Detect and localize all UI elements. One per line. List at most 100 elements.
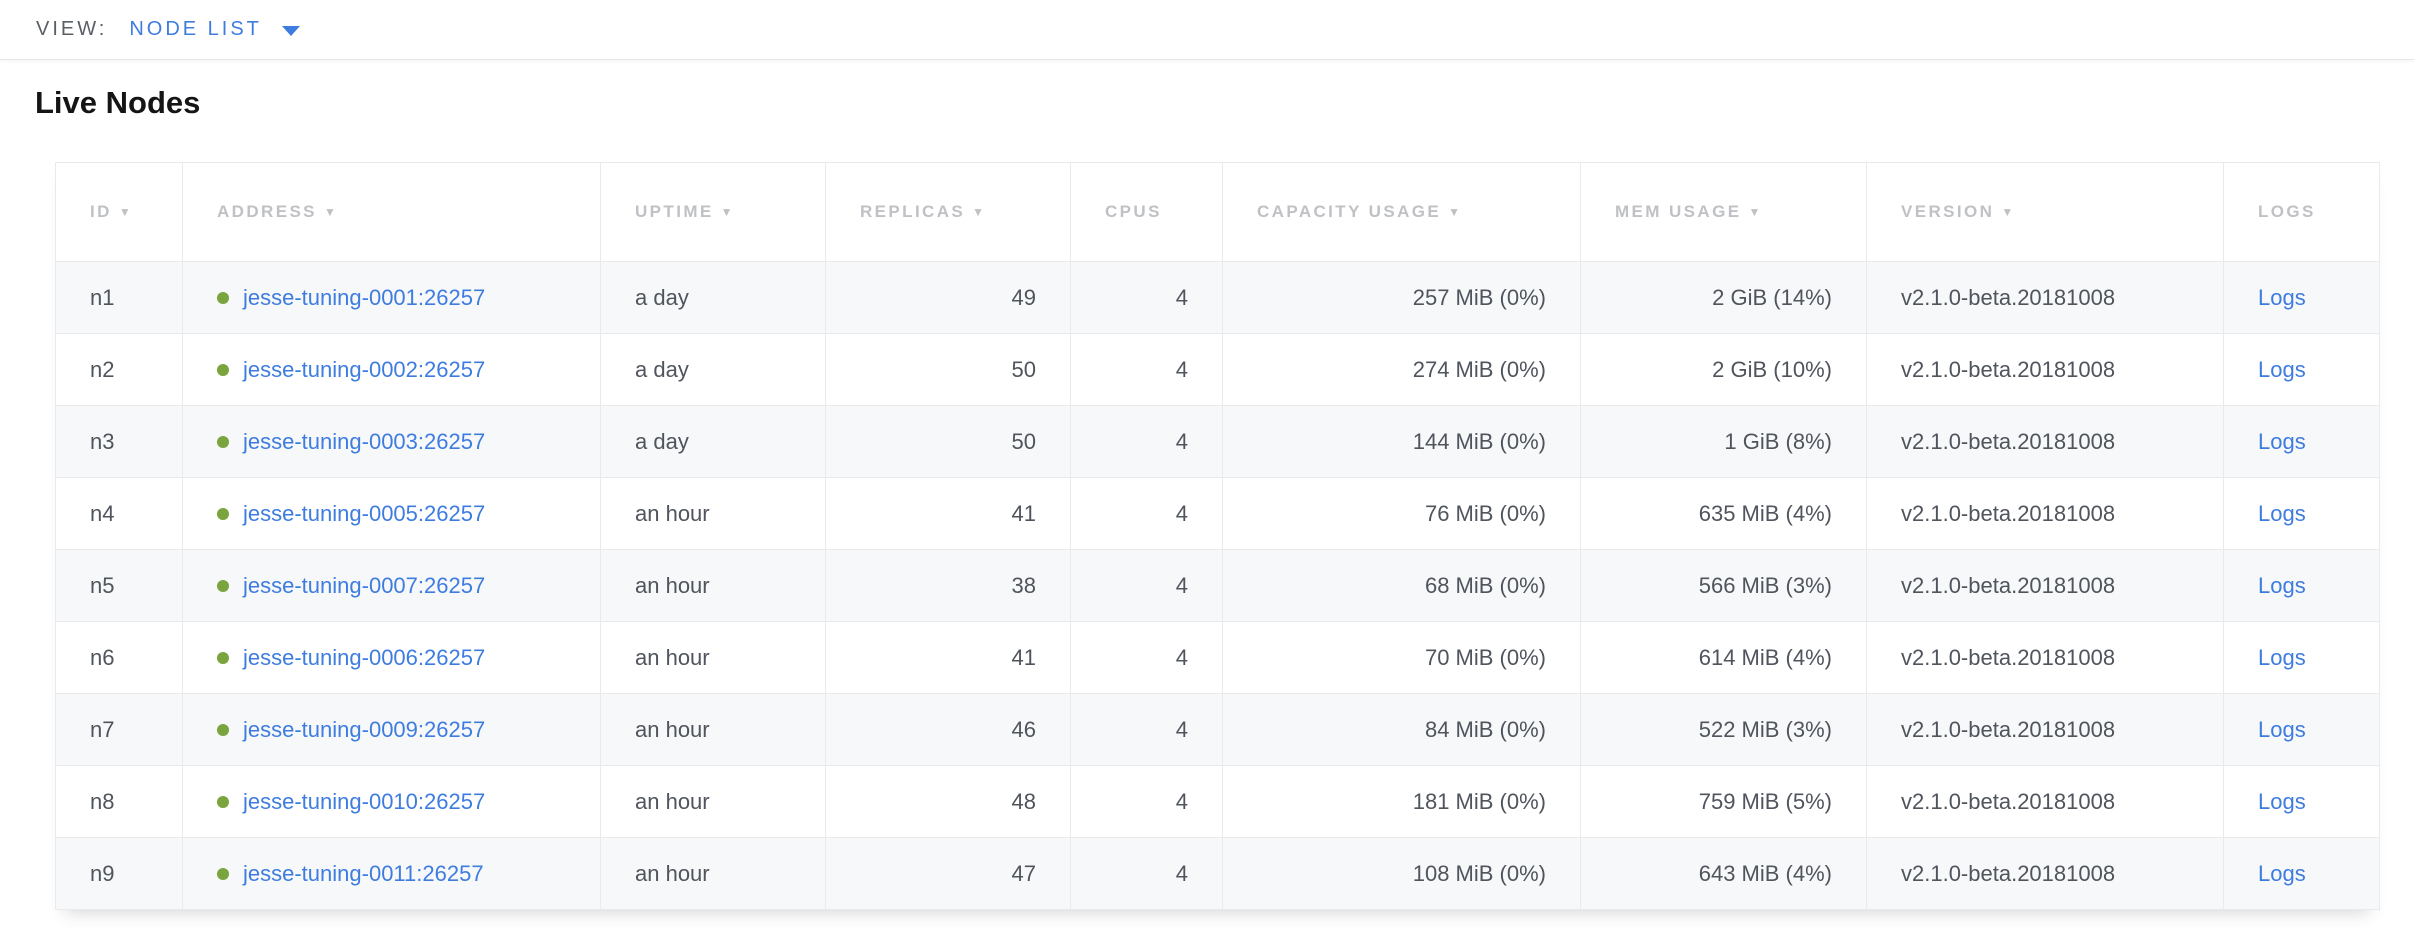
cell-capacity: 257 MiB (0%) bbox=[1223, 262, 1581, 334]
cell-logs: Logs bbox=[2224, 622, 2380, 694]
cell-version: v2.1.0-beta.20181008 bbox=[1867, 838, 2224, 910]
cell-logs: Logs bbox=[2224, 694, 2380, 766]
address-link[interactable]: jesse-tuning-0001:26257 bbox=[243, 285, 485, 310]
cell-uptime: an hour bbox=[601, 622, 826, 694]
logs-link[interactable]: Logs bbox=[2258, 717, 2306, 742]
sort-desc-icon: ▼ bbox=[1748, 205, 1762, 219]
cell-uptime: an hour bbox=[601, 478, 826, 550]
cell-version: v2.1.0-beta.20181008 bbox=[1867, 550, 2224, 622]
cell-replicas: 47 bbox=[826, 838, 1071, 910]
column-header-cpus: CPUS bbox=[1071, 163, 1223, 262]
cell-logs: Logs bbox=[2224, 766, 2380, 838]
view-bar: VIEW: NODE LIST bbox=[0, 0, 2414, 60]
cell-capacity: 144 MiB (0%) bbox=[1223, 406, 1581, 478]
cell-replicas: 48 bbox=[826, 766, 1071, 838]
cell-mem: 522 MiB (3%) bbox=[1581, 694, 1867, 766]
nodes-table: ID▼ADDRESS▼UPTIME▼REPLICAS▼CPUSCAPACITY … bbox=[55, 162, 2380, 910]
column-label: UPTIME bbox=[635, 202, 714, 221]
column-header-id[interactable]: ID▼ bbox=[56, 163, 183, 262]
cell-uptime: an hour bbox=[601, 838, 826, 910]
column-header-uptime[interactable]: UPTIME▼ bbox=[601, 163, 826, 262]
cell-address: jesse-tuning-0002:26257 bbox=[183, 334, 601, 406]
node-live-status-icon bbox=[217, 580, 229, 592]
cell-logs: Logs bbox=[2224, 550, 2380, 622]
cell-cpus: 4 bbox=[1071, 334, 1223, 406]
address-link[interactable]: jesse-tuning-0007:26257 bbox=[243, 573, 485, 598]
column-header-replicas[interactable]: REPLICAS▼ bbox=[826, 163, 1071, 262]
cell-cpus: 4 bbox=[1071, 550, 1223, 622]
cell-id: n8 bbox=[56, 766, 183, 838]
column-label: ADDRESS bbox=[217, 202, 317, 221]
view-label: VIEW: bbox=[36, 18, 107, 41]
column-label: REPLICAS bbox=[860, 202, 965, 221]
address-link[interactable]: jesse-tuning-0003:26257 bbox=[243, 429, 485, 454]
sort-desc-icon: ▼ bbox=[324, 205, 338, 219]
cell-logs: Logs bbox=[2224, 334, 2380, 406]
node-row-n1: n1jesse-tuning-0001:26257a day494257 MiB… bbox=[56, 262, 2380, 334]
column-header-capacity[interactable]: CAPACITY USAGE▼ bbox=[1223, 163, 1581, 262]
address-link[interactable]: jesse-tuning-0009:26257 bbox=[243, 717, 485, 742]
cell-cpus: 4 bbox=[1071, 406, 1223, 478]
address-link[interactable]: jesse-tuning-0005:26257 bbox=[243, 501, 485, 526]
column-header-logs: LOGS bbox=[2224, 163, 2380, 262]
live-nodes-table: ID▼ADDRESS▼UPTIME▼REPLICAS▼CPUSCAPACITY … bbox=[55, 162, 2379, 910]
logs-link[interactable]: Logs bbox=[2258, 861, 2306, 886]
cell-capacity: 274 MiB (0%) bbox=[1223, 334, 1581, 406]
cell-id: n6 bbox=[56, 622, 183, 694]
address-link[interactable]: jesse-tuning-0006:26257 bbox=[243, 645, 485, 670]
logs-link[interactable]: Logs bbox=[2258, 645, 2306, 670]
logs-link[interactable]: Logs bbox=[2258, 789, 2306, 814]
node-live-status-icon bbox=[217, 652, 229, 664]
node-live-status-icon bbox=[217, 364, 229, 376]
cell-replicas: 49 bbox=[826, 262, 1071, 334]
cell-mem: 643 MiB (4%) bbox=[1581, 838, 1867, 910]
cell-cpus: 4 bbox=[1071, 622, 1223, 694]
cell-cpus: 4 bbox=[1071, 694, 1223, 766]
cell-mem: 1 GiB (8%) bbox=[1581, 406, 1867, 478]
cell-replicas: 50 bbox=[826, 334, 1071, 406]
column-label: CAPACITY USAGE bbox=[1257, 202, 1441, 221]
node-row-n6: n6 jesse-tuning-0006:26257 an hour41470 Mi… bbox=[56, 622, 2380, 694]
cell-mem: 2 GiB (10%) bbox=[1581, 334, 1867, 406]
cell-capacity: 70 MiB (0%) bbox=[1223, 622, 1581, 694]
cell-mem: 635 MiB (4%) bbox=[1581, 478, 1867, 550]
view-selected-value: NODE LIST bbox=[129, 18, 262, 41]
cell-id: n7 bbox=[56, 694, 183, 766]
cell-logs: Logs bbox=[2224, 262, 2380, 334]
address-link[interactable]: jesse-tuning-0011:26257 bbox=[243, 861, 484, 886]
logs-link[interactable]: Logs bbox=[2258, 285, 2306, 310]
cell-id: n3 bbox=[56, 406, 183, 478]
column-label: LOGS bbox=[2258, 202, 2316, 221]
table-header-row: ID▼ADDRESS▼UPTIME▼REPLICAS▼CPUSCAPACITY … bbox=[56, 163, 2380, 262]
cell-version: v2.1.0-beta.20181008 bbox=[1867, 694, 2224, 766]
sort-desc-icon: ▼ bbox=[2001, 205, 2015, 219]
cell-replicas: 41 bbox=[826, 622, 1071, 694]
column-label: CPUS bbox=[1105, 202, 1162, 221]
cell-uptime: a day bbox=[601, 406, 826, 478]
node-live-status-icon bbox=[217, 508, 229, 520]
cell-version: v2.1.0-beta.20181008 bbox=[1867, 766, 2224, 838]
column-label: VERSION bbox=[1901, 202, 1994, 221]
node-live-status-icon bbox=[217, 436, 229, 448]
logs-link[interactable]: Logs bbox=[2258, 573, 2306, 598]
address-link[interactable]: jesse-tuning-0010:26257 bbox=[243, 789, 485, 814]
column-header-address[interactable]: ADDRESS ▼ bbox=[183, 163, 601, 262]
view-selector-dropdown[interactable]: NODE LIST bbox=[129, 18, 300, 41]
logs-link[interactable]: Logs bbox=[2258, 501, 2306, 526]
page-title: Live Nodes bbox=[35, 84, 2414, 121]
cell-replicas: 38 bbox=[826, 550, 1071, 622]
cell-replicas: 41 bbox=[826, 478, 1071, 550]
cell-replicas: 46 bbox=[826, 694, 1071, 766]
logs-link[interactable]: Logs bbox=[2258, 429, 2306, 454]
cell-address: jesse-tuning-0001:26257 bbox=[183, 262, 601, 334]
cell-id: n5 bbox=[56, 550, 183, 622]
cell-capacity: 68 MiB (0%) bbox=[1223, 550, 1581, 622]
column-header-mem[interactable]: MEM USAGE▼ bbox=[1581, 163, 1867, 262]
cell-address: jesse-tuning-0009:26257 bbox=[183, 694, 601, 766]
cell-capacity: 108 MiB (0%) bbox=[1223, 838, 1581, 910]
column-header-version[interactable]: VERSION ▼ bbox=[1867, 163, 2224, 262]
address-link[interactable]: jesse-tuning-0002:26257 bbox=[243, 357, 485, 382]
node-live-status-icon bbox=[217, 292, 229, 304]
logs-link[interactable]: Logs bbox=[2258, 357, 2306, 382]
cell-id: n9 bbox=[56, 838, 183, 910]
